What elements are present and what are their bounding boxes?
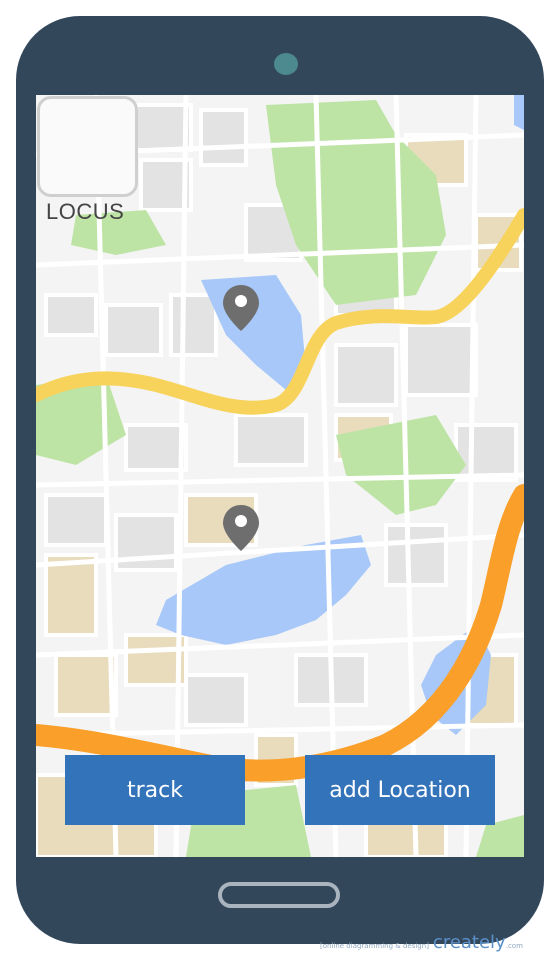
phone-screen: LOCUS track add Location [36,95,524,857]
add-location-button[interactable]: add Location [305,755,495,825]
app-mockup: LOCUS track add Location [online diagram… [0,0,560,960]
camera-icon [274,53,298,75]
watermark-tld: .com [505,942,523,950]
watermark-tagline: [online diagramming & design] [320,942,429,950]
watermark-brand: creately [432,932,506,953]
home-button[interactable] [218,882,340,908]
watermark: [online diagramming & design] creately.co… [320,932,523,953]
track-button[interactable]: track [65,755,245,825]
app-logo [37,96,138,197]
app-logo-text: LOCUS [46,199,125,224]
